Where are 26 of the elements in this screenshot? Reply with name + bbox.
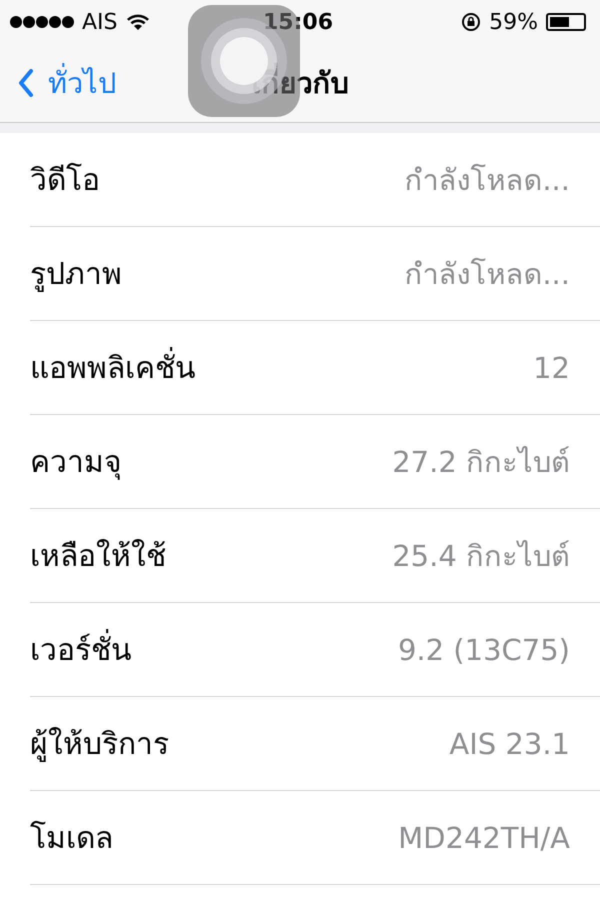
row-label: รูปภาพ	[30, 256, 122, 294]
row-value: 27.2 กิกะไบต์	[392, 444, 570, 480]
row-label: เวอร์ชั่น	[30, 626, 132, 673]
row-label: โมเดล	[30, 820, 113, 858]
row-value: 9.2 (13C75)	[398, 632, 570, 666]
row-value: 12	[533, 350, 570, 384]
row-label: แอพพลิเคชั่น	[30, 344, 196, 391]
row-label: ผู้ให้บริการ	[30, 726, 169, 764]
screen-title: เกี่ยวกับ	[252, 60, 348, 106]
row-value: กำลังโหลด...	[404, 256, 570, 292]
row-value: 25.4 กิกะไบต์	[392, 538, 570, 574]
clock-time: 15:06	[262, 10, 334, 34]
wifi-icon	[126, 13, 150, 31]
row-label: ความจุ	[30, 444, 122, 482]
row-value: MD242TH/A	[398, 820, 570, 854]
back-button[interactable]: ทั่วไป	[0, 60, 116, 106]
rotation-lock-icon	[461, 12, 482, 32]
row-value: กำลังโหลด...	[404, 162, 570, 198]
row-label: เหลือให้ใช้	[30, 538, 166, 576]
row-label: วิดีโอ	[30, 162, 100, 200]
back-chevron-icon	[18, 69, 34, 97]
signal-icon	[10, 15, 74, 29]
battery-icon	[546, 13, 586, 31]
battery-percent: 59%	[489, 10, 538, 34]
carrier-name: AIS	[82, 10, 118, 34]
row-value: AIS 23.1	[449, 726, 570, 760]
